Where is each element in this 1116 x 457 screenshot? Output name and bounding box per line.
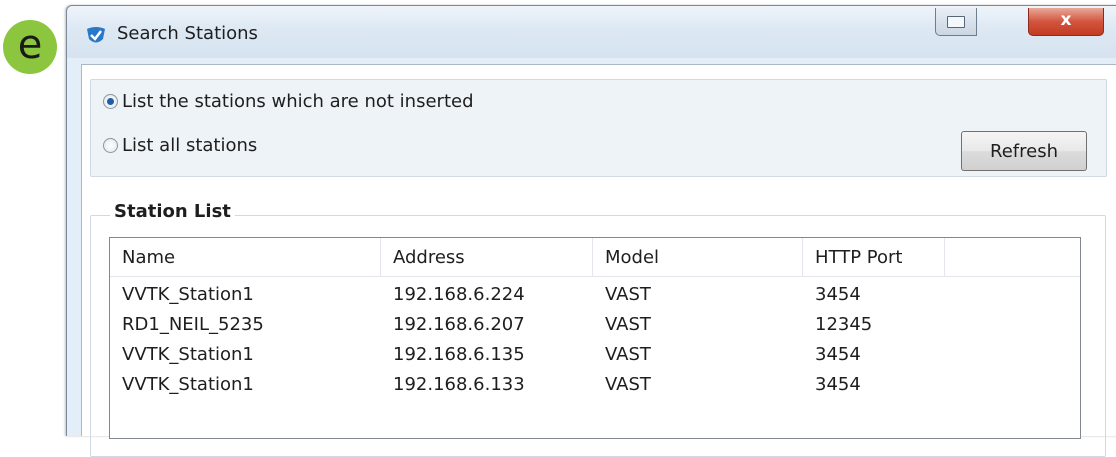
cell-http-port: 3454 (815, 344, 861, 365)
station-list-view[interactable]: Name Address Model HTTP Port VVTK_Statio… (109, 237, 1081, 439)
table-row[interactable]: VVTK_Station1 192.168.6.135 VAST 3454 (110, 340, 1080, 370)
search-stations-window: Search Stations x List the stations whic… (66, 5, 1116, 457)
window-client-area: List the stations which are not inserted… (81, 64, 1116, 457)
close-icon: x (1060, 10, 1072, 30)
cell-model: VAST (605, 344, 651, 365)
radio-button-unchecked[interactable] (103, 138, 118, 153)
shield-check-icon (87, 27, 105, 43)
step-badge: e (3, 20, 57, 74)
radio-not-inserted[interactable]: List the stations which are not inserted (103, 91, 474, 112)
title-bar[interactable]: Search Stations x (67, 6, 1116, 58)
cell-http-port: 12345 (815, 314, 873, 335)
cell-model: VAST (605, 314, 651, 335)
cell-http-port: 3454 (815, 284, 861, 305)
cell-name: VVTK_Station1 (122, 284, 254, 305)
restore-icon (947, 16, 965, 28)
close-button[interactable]: x (1028, 8, 1104, 36)
cell-name: VVTK_Station1 (122, 344, 254, 365)
column-header-http-port[interactable]: HTTP Port (803, 238, 945, 276)
radio-button-checked[interactable] (103, 94, 118, 109)
column-header-model[interactable]: Model (593, 238, 803, 276)
window-title: Search Stations (117, 23, 258, 44)
restore-button[interactable] (935, 8, 977, 36)
cell-address: 192.168.6.135 (393, 344, 525, 365)
cell-name: RD1_NEIL_5235 (122, 314, 264, 335)
table-row[interactable]: VVTK_Station1 192.168.6.224 VAST 3454 (110, 280, 1080, 310)
refresh-button[interactable]: Refresh (961, 131, 1087, 171)
cell-model: VAST (605, 374, 651, 395)
radio-not-inserted-label: List the stations which are not inserted (122, 91, 474, 112)
cell-http-port: 3454 (815, 374, 861, 395)
table-row[interactable]: VVTK_Station1 192.168.6.133 VAST 3454 (110, 370, 1080, 400)
table-row[interactable]: RD1_NEIL_5235 192.168.6.207 VAST 12345 (110, 310, 1080, 340)
station-list-label: Station List (110, 201, 235, 222)
cell-address: 192.168.6.133 (393, 374, 525, 395)
cell-address: 192.168.6.224 (393, 284, 525, 305)
cell-name: VVTK_Station1 (122, 374, 254, 395)
cell-model: VAST (605, 284, 651, 305)
radio-all-stations[interactable]: List all stations (103, 135, 257, 156)
cell-address: 192.168.6.207 (393, 314, 525, 335)
column-header-name[interactable]: Name (110, 238, 381, 276)
list-header: Name Address Model HTTP Port (110, 238, 1080, 277)
column-header-address[interactable]: Address (381, 238, 593, 276)
radio-all-label: List all stations (122, 135, 258, 156)
options-panel: List the stations which are not inserted… (90, 79, 1107, 177)
